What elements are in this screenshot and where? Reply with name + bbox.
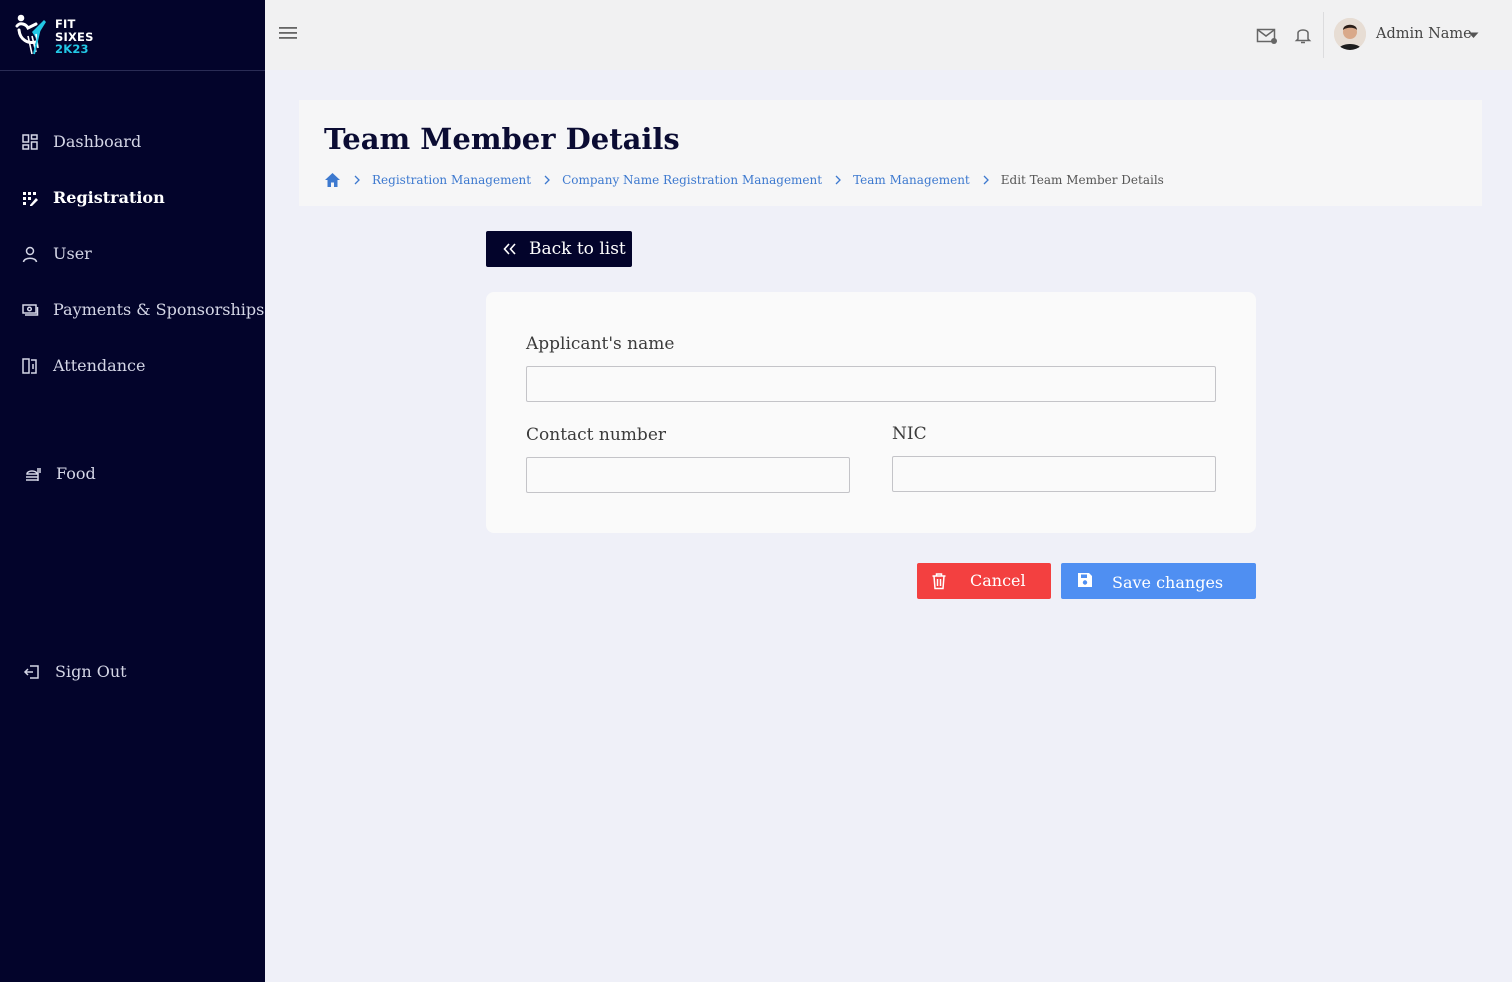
breadcrumb-current: Edit Team Member Details <box>1000 173 1164 187</box>
sidebar: FIT SIXES 2K23 Dashboard Registration Us… <box>0 0 265 982</box>
user-name[interactable]: Admin Name <box>1376 26 1472 42</box>
sign-out-button[interactable]: Sign Out <box>23 662 127 681</box>
contact-number-label: Contact number <box>526 425 667 445</box>
sidebar-item-label: Dashboard <box>53 132 142 151</box>
save-icon <box>1077 572 1093 588</box>
sidebar-item-label: Registration <box>53 188 165 207</box>
chevron-right-icon <box>353 175 361 185</box>
sign-out-icon <box>23 663 41 681</box>
sidebar-item-label: Payments & Sponsorships <box>53 300 265 319</box>
double-chevron-left-icon <box>503 243 517 255</box>
sidebar-item-attendance[interactable]: Attendance <box>21 356 145 375</box>
page-title: Team Member Details <box>324 122 680 156</box>
logo-text: FIT SIXES 2K23 <box>55 18 94 56</box>
sidebar-item-food[interactable]: Food <box>24 464 96 483</box>
applicant-name-input[interactable] <box>526 366 1216 402</box>
breadcrumb: Registration Management Company Name Reg… <box>324 172 1164 188</box>
sidebar-item-registration[interactable]: Registration <box>21 188 165 207</box>
nic-input[interactable] <box>892 456 1216 492</box>
save-changes-label: Save changes <box>1112 573 1224 592</box>
sidebar-item-label: Food <box>56 464 96 483</box>
logo-icon <box>15 14 46 55</box>
user-icon <box>21 245 39 263</box>
chevron-right-icon <box>834 175 842 185</box>
topbar-divider <box>1323 12 1324 58</box>
cancel-label: Cancel <box>970 571 1026 590</box>
caret-down-icon[interactable] <box>1468 32 1479 39</box>
sign-out-label: Sign Out <box>55 662 127 681</box>
mail-icon[interactable] <box>1256 26 1278 46</box>
trash-icon <box>931 572 947 590</box>
payments-icon <box>21 301 39 319</box>
bell-icon[interactable] <box>1294 25 1312 45</box>
attendance-icon <box>21 357 39 375</box>
logo-line-1: FIT <box>55 17 76 31</box>
menu-icon[interactable] <box>278 24 298 42</box>
chevron-right-icon <box>982 175 990 185</box>
sidebar-item-payments[interactable]: Payments & Sponsorships <box>21 300 264 319</box>
topbar: Admin Name <box>265 0 1512 70</box>
back-to-list-label: Back to list <box>529 239 626 259</box>
team-member-form: Applicant's name Contact number NIC <box>486 292 1256 533</box>
applicant-name-label: Applicant's name <box>526 334 675 354</box>
dashboard-icon <box>21 133 39 151</box>
breadcrumb-registration-management[interactable]: Registration Management <box>372 173 531 187</box>
breadcrumb-team-management[interactable]: Team Management <box>853 173 970 187</box>
logo-line-3: 2K23 <box>55 42 89 56</box>
registration-icon <box>21 189 39 207</box>
sidebar-item-user[interactable]: User <box>21 244 92 263</box>
cancel-button[interactable]: Cancel <box>917 563 1051 599</box>
food-icon <box>24 465 42 483</box>
contact-number-input[interactable] <box>526 457 850 493</box>
home-icon[interactable] <box>324 172 341 188</box>
nic-label: NIC <box>892 424 927 444</box>
chevron-right-icon <box>543 175 551 185</box>
page-header: Team Member Details Registration Managem… <box>299 100 1482 206</box>
avatar[interactable] <box>1334 18 1366 50</box>
sidebar-item-label: User <box>53 244 92 263</box>
breadcrumb-company-registration-management[interactable]: Company Name Registration Management <box>562 173 822 187</box>
back-to-list-button[interactable]: Back to list <box>486 231 632 267</box>
logo[interactable]: FIT SIXES 2K23 <box>0 0 265 71</box>
sidebar-item-dashboard[interactable]: Dashboard <box>21 132 141 151</box>
sidebar-item-label: Attendance <box>53 356 146 375</box>
save-changes-button[interactable]: Save changes <box>1061 563 1256 599</box>
